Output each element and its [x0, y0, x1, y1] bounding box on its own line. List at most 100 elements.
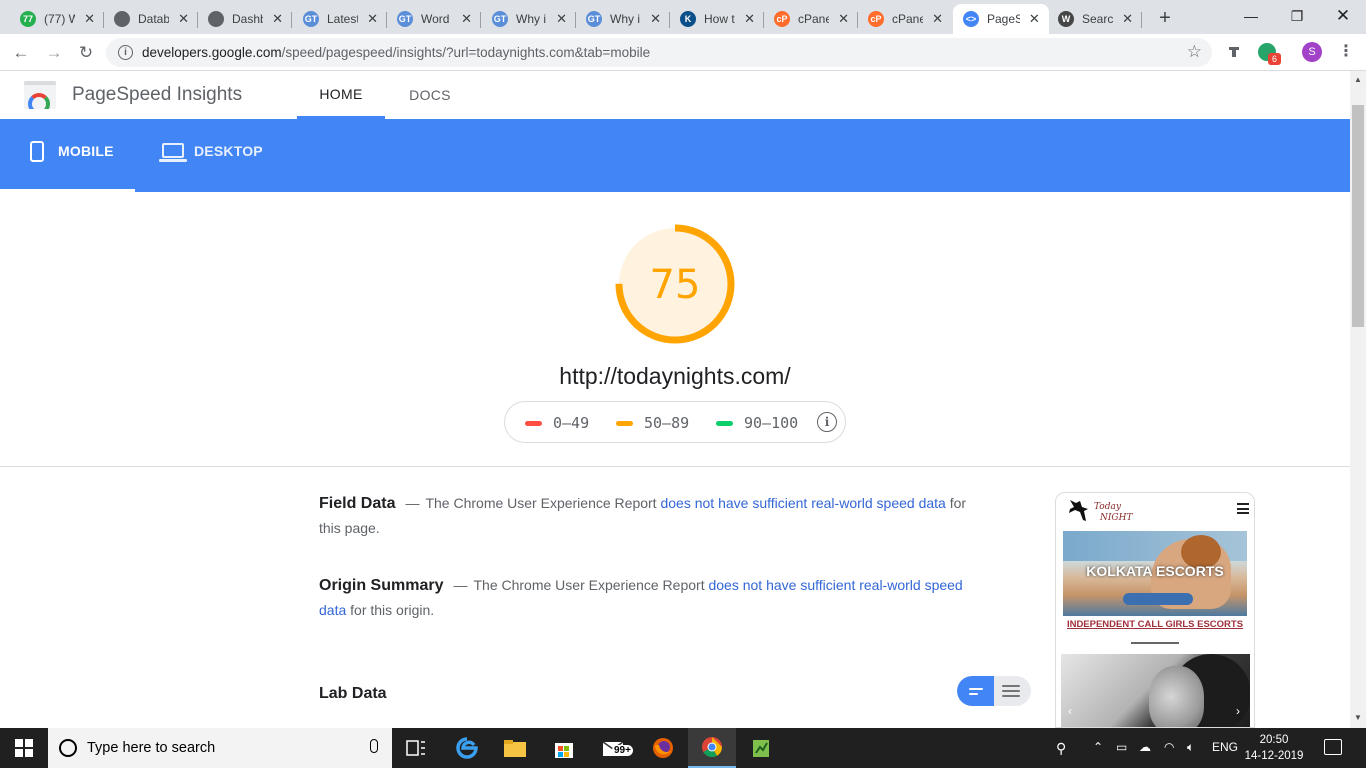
browser-tab[interactable]: 77 (77) W ✕	[10, 4, 104, 34]
legend-item-average: 50–89	[616, 414, 689, 432]
browser-tab[interactable]: W Searc ✕	[1048, 4, 1142, 34]
profile-avatar[interactable]: S	[1302, 42, 1322, 62]
info-icon[interactable]: i	[817, 412, 837, 432]
tab-close-icon[interactable]: ✕	[83, 11, 96, 27]
tab-close-icon[interactable]: ✕	[366, 11, 379, 27]
tab-close-icon[interactable]: ✕	[177, 11, 190, 27]
browser-tab[interactable]: cP cPane ✕	[858, 4, 952, 34]
origin-summary-title: Origin Summary	[319, 577, 444, 594]
browser-tab[interactable]: Dashb ✕	[198, 4, 292, 34]
scroll-up-icon[interactable]: ▲	[1354, 75, 1362, 84]
new-tab-button[interactable]: +	[1155, 7, 1175, 30]
people-icon[interactable]: ⚲	[1056, 740, 1066, 757]
tab-title: Datab	[138, 12, 170, 26]
tab-favicon-icon	[208, 11, 224, 27]
tab-close-icon[interactable]: ✕	[460, 11, 473, 27]
forward-arrow-icon[interactable]: →	[42, 41, 66, 65]
file-explorer-icon[interactable]	[491, 728, 539, 768]
chrome-menu-icon[interactable]: ⋮	[1338, 41, 1354, 61]
carousel-left-icon: ‹	[1068, 704, 1072, 718]
tab-close-icon[interactable]: ✕	[271, 11, 284, 27]
language-indicator[interactable]: ENG	[1212, 740, 1238, 754]
close-window-button[interactable]: ✕	[1320, 0, 1366, 32]
performance-score-gauge: 75	[615, 224, 735, 344]
legend-bar-good	[716, 420, 733, 426]
system-clock[interactable]: 20:50 14-12-2019	[1240, 732, 1308, 764]
legend-item-poor: 0–49	[525, 414, 589, 432]
task-view-icon[interactable]	[392, 728, 440, 768]
tab-title: PageS	[987, 12, 1020, 26]
tab-close-icon[interactable]: ✕	[743, 11, 756, 27]
browser-tab[interactable]: GT Latest ✕	[293, 4, 387, 34]
browser-tab[interactable]: cP cPane ✕	[764, 4, 858, 34]
tab-close-icon[interactable]: ✕	[649, 11, 662, 27]
hero-subtitle: INDEPENDENT CALL GIRLS ESCORTS	[1066, 619, 1244, 630]
notepad-icon[interactable]	[737, 728, 785, 768]
page-title[interactable]: PageSpeed Insights	[72, 84, 242, 106]
site-logo: Today NIGHT	[1064, 496, 1154, 524]
field-data-section: Field Data — The Chrome User Experience Re…	[319, 495, 967, 536]
edge-browser-icon[interactable]	[443, 728, 491, 768]
scroll-down-icon[interactable]: ▼	[1354, 713, 1362, 722]
page-scrollbar[interactable]: ▲ ▼	[1350, 71, 1366, 728]
browser-tab[interactable]: K How t ✕	[670, 4, 764, 34]
browser-tab[interactable]: <> PageS ✕	[953, 4, 1049, 34]
analyzed-url: http://todaynights.com/	[559, 363, 791, 389]
tab-desktop[interactable]: DESKTOP	[159, 143, 270, 192]
url-text[interactable]: developers.google.com/speed/pagespeed/in…	[142, 45, 650, 60]
extension-badge: 6	[1268, 53, 1281, 65]
tab-close-icon[interactable]: ✕	[555, 11, 568, 27]
tab-close-icon[interactable]: ✕	[1121, 11, 1134, 27]
tab-close-icon[interactable]: ✕	[837, 11, 850, 27]
tab-favicon-icon: 77	[20, 11, 36, 27]
onedrive-icon[interactable]: ☁	[1139, 740, 1151, 754]
tab-close-icon[interactable]: ✕	[1028, 11, 1041, 27]
nav-home[interactable]: HOME	[297, 71, 385, 119]
battery-icon[interactable]: ▭	[1116, 740, 1127, 754]
volume-icon[interactable]: 🔈︎	[1187, 740, 1194, 755]
browser-tab[interactable]: GT Why i ✕	[482, 4, 576, 34]
toggle-compact-view[interactable]	[957, 676, 994, 706]
minimize-button[interactable]: —	[1228, 0, 1274, 32]
clock-date: 14-12-2019	[1244, 750, 1304, 762]
tab-title: cPane	[798, 12, 830, 26]
device-tab-bar: MOBILE DESKTOP	[0, 119, 1350, 192]
mail-icon[interactable]: 99+	[590, 728, 638, 768]
tab-title: Searc	[1082, 12, 1114, 26]
show-hidden-icons[interactable]: ⌃	[1093, 740, 1103, 754]
tab-mobile-label: MOBILE	[58, 143, 114, 159]
back-arrow-icon[interactable]: ←	[9, 41, 33, 65]
windows-start-icon[interactable]	[0, 728, 48, 768]
metric-view-toggle[interactable]	[957, 676, 1031, 706]
browser-tab[interactable]: Datab ✕	[104, 4, 198, 34]
site-info-icon[interactable]: i	[118, 45, 133, 60]
action-center-icon[interactable]	[1324, 739, 1342, 755]
reload-icon[interactable]: ↻	[74, 41, 98, 65]
nav-docs[interactable]: DOCS	[394, 71, 466, 119]
tab-favicon-icon: GT	[303, 11, 319, 27]
taskbar-search-box[interactable]: Type here to search	[48, 728, 392, 768]
microsoft-store-icon[interactable]	[540, 728, 588, 768]
chrome-icon[interactable]	[688, 728, 736, 768]
tab-mobile[interactable]: MOBILE	[0, 141, 135, 192]
tab-favicon-icon: W	[1058, 11, 1074, 27]
hero-text: KOLKATA ESCORTS	[1086, 563, 1224, 579]
address-bar[interactable]: i developers.google.com/speed/pagespeed/…	[106, 38, 1212, 67]
microphone-icon[interactable]	[370, 739, 378, 753]
field-data-link[interactable]: does not have sufficient real-world spee…	[660, 495, 945, 511]
pagespeed-logo-icon[interactable]	[24, 81, 56, 109]
firefox-icon[interactable]	[639, 728, 687, 768]
extension-puzzle-icon[interactable]	[1226, 43, 1244, 61]
field-data-text: The Chrome User Experience Report	[425, 495, 657, 511]
tab-close-icon[interactable]: ✕	[931, 11, 944, 27]
origin-summary-text-post: for this origin.	[350, 602, 435, 618]
toggle-expanded-view[interactable]	[994, 676, 1031, 706]
laptop-icon	[159, 143, 187, 162]
bookmark-star-icon[interactable]: ☆	[1187, 42, 1202, 62]
browser-tab[interactable]: GT Why i ✕	[576, 4, 670, 34]
carousel-right-icon: ›	[1236, 704, 1240, 718]
wifi-icon[interactable]: ◠	[1164, 740, 1174, 754]
scrollbar-thumb[interactable]	[1352, 105, 1364, 327]
browser-tab[interactable]: GT Word ✕	[387, 4, 481, 34]
restore-button[interactable]: ❐	[1274, 0, 1320, 32]
